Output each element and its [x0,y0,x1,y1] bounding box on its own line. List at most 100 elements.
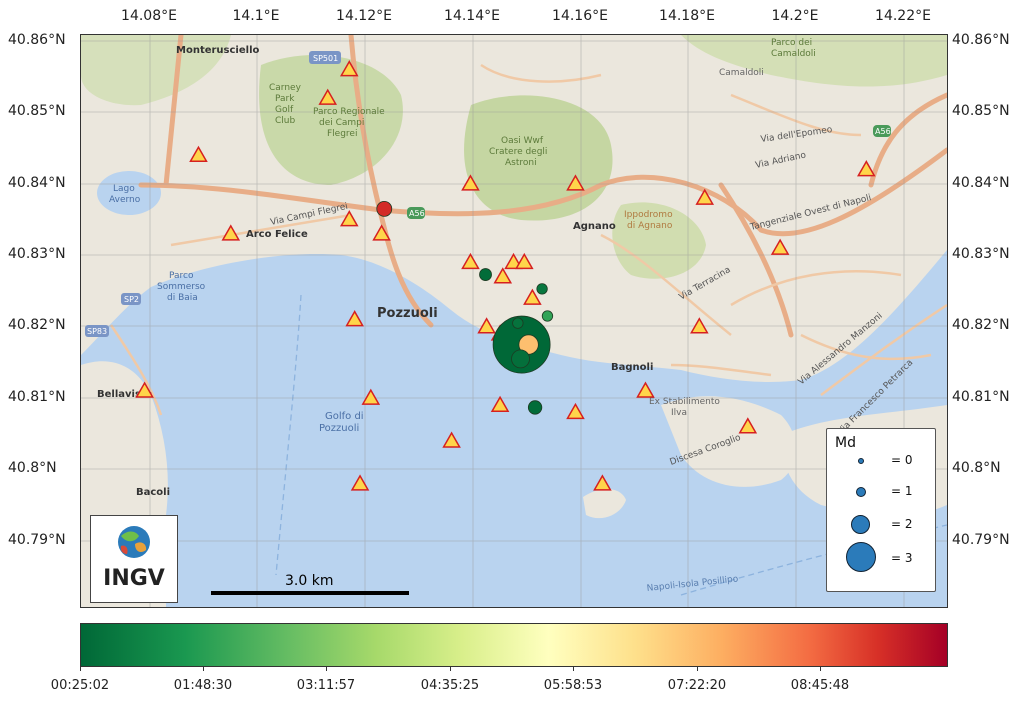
label-park: Park [275,94,295,104]
label-di-agnano: di Agnano [627,221,673,231]
label-pozzuoli-sea: Pozzuoli [319,423,359,434]
label-bagnoli: Bagnoli [611,362,653,373]
earthquake-event-marker[interactable] [536,283,548,295]
colorbar-tick-label: 05:58:53 [543,678,603,693]
label-di-baia: di Baia [167,293,198,303]
label-astroni: Astroni [505,158,537,168]
lat-tick-label: 40.81°N [8,389,66,405]
label-parco-reg: Parco Regionale [313,107,385,117]
label-arco-felice: Arco Felice [246,229,308,240]
label-club: Club [275,116,295,126]
legend-entry-3: = 3 [827,542,935,572]
legend-label-3: = 3 [891,551,913,565]
legend-entry-0: = 0 [827,449,935,479]
legend-entry-2: = 2 [827,513,935,543]
label-lago: Lago [113,184,135,194]
earthquake-event-marker[interactable] [527,400,543,415]
colorbar-tick-label: 03:11:57 [296,678,356,693]
colorbar-tick-mark [80,666,81,671]
lat-tick-label: 40.84°N [8,175,66,191]
lat-tick-label: 40.79°N [8,532,66,548]
lat-tick-label-right: 40.83°N [952,246,1010,262]
label-carney: Carney [269,83,302,93]
lat-tick-label-right: 40.86°N [952,32,1010,48]
label-monterusciello: Monterusciello [176,45,259,56]
label-a56: A56 [409,209,425,218]
logo-text: INGV [103,566,165,591]
scalebar [211,591,409,595]
label-oasi: Oasi Wwf [501,136,544,146]
lon-tick-label: 14.12°E [336,8,392,24]
legend-circle-1 [856,487,866,497]
lon-tick-label: 14.18°E [659,8,715,24]
lat-tick-label: 40.85°N [8,103,66,119]
colorbar-tick-label: 08:45:48 [790,678,850,693]
seismic-map[interactable]: Monterusciello SP501 Carney Park Golf Cl… [80,34,948,608]
earthquake-event-marker[interactable] [479,268,492,281]
label-golf: Golf [275,105,294,115]
label-pozzuoli: Pozzuoli [377,306,438,321]
label-averno: Averno [109,195,141,205]
label-a56b: A56 [875,127,891,136]
lat-tick-label-right: 40.79°N [952,532,1010,548]
ingv-logo: INGV [90,515,178,603]
lat-tick-label-right: 40.85°N [952,103,1010,119]
legend-label-2: = 2 [891,517,913,531]
time-colorbar [80,623,948,667]
legend-circle-2 [851,515,870,534]
label-bacoli: Bacoli [136,487,170,498]
label-cratere: Cratere degli [489,147,547,157]
legend-entry-1: = 1 [827,480,935,510]
label-sommerso: Sommerso [157,282,206,292]
label-ippodromo: Ippodromo [624,210,673,220]
scalebar-label: 3.0 km [285,573,334,589]
lat-tick-label-right: 40.81°N [952,389,1010,405]
label-parco-camaldoli: Parco dei [771,38,812,48]
colorbar-tick-mark [450,666,451,671]
label-ilva: Ilva [671,408,687,418]
colorbar-tick-label: 07:22:20 [667,678,727,693]
lat-tick-label-right: 40.82°N [952,317,1010,333]
globe-icon [118,526,150,558]
label-camaldoli-a: Camaldoli [771,49,816,59]
colorbar-tick-mark [326,666,327,671]
legend-circle-0 [858,458,864,464]
colorbar-tick-label: 04:35:25 [420,678,480,693]
lat-tick-label: 40.86°N [8,32,66,48]
earthquake-event-marker[interactable] [512,317,524,329]
lat-tick-label: 40.82°N [8,317,66,333]
lon-tick-label: 14.16°E [552,8,608,24]
map-canvas: Monterusciello SP501 Carney Park Golf Cl… [81,35,947,607]
colorbar-tick-mark [697,666,698,671]
lon-tick-label: 14.22°E [875,8,931,24]
crater-area-icon [464,95,613,221]
label-golfo-di: Golfo di [325,411,364,422]
label-ex-stab: Ex Stabilimento [649,397,720,407]
lon-tick-label: 14.14°E [444,8,500,24]
lat-tick-label-right: 40.8°N [952,460,1001,476]
magnitude-legend: Md = 0 = 1 = 2 = 3 [826,428,936,592]
colorbar-tick-label: 00:25:02 [50,678,110,693]
label-parco-sommerso: Parco [169,271,194,281]
label-camaldoli: Camaldoli [719,68,764,78]
colorbar-tick-mark [203,666,204,671]
label-flegrei: Flegrei [327,129,357,139]
legend-circle-3 [846,542,876,572]
label-dei-campi: dei Campi [319,118,364,128]
legend-label-1: = 1 [891,484,913,498]
label-agnano: Agnano [573,221,616,232]
earthquake-event-marker[interactable] [541,310,554,322]
earthquake-event-marker[interactable] [376,200,393,217]
lat-tick-label: 40.83°N [8,246,66,262]
colorbar-tick-label: 01:48:30 [173,678,233,693]
colorbar-tick-mark [820,666,821,671]
lon-tick-label: 14.1°E [232,8,280,24]
label-sp83: SP83 [87,327,107,336]
lon-tick-label: 14.08°E [121,8,177,24]
colorbar-tick-mark [573,666,574,671]
lon-tick-label: 14.2°E [771,8,819,24]
lat-tick-label: 40.8°N [8,460,57,476]
earthquake-event-marker[interactable] [511,349,530,369]
label-sp501: SP501 [313,54,338,63]
label-sp2: SP2 [124,295,139,304]
